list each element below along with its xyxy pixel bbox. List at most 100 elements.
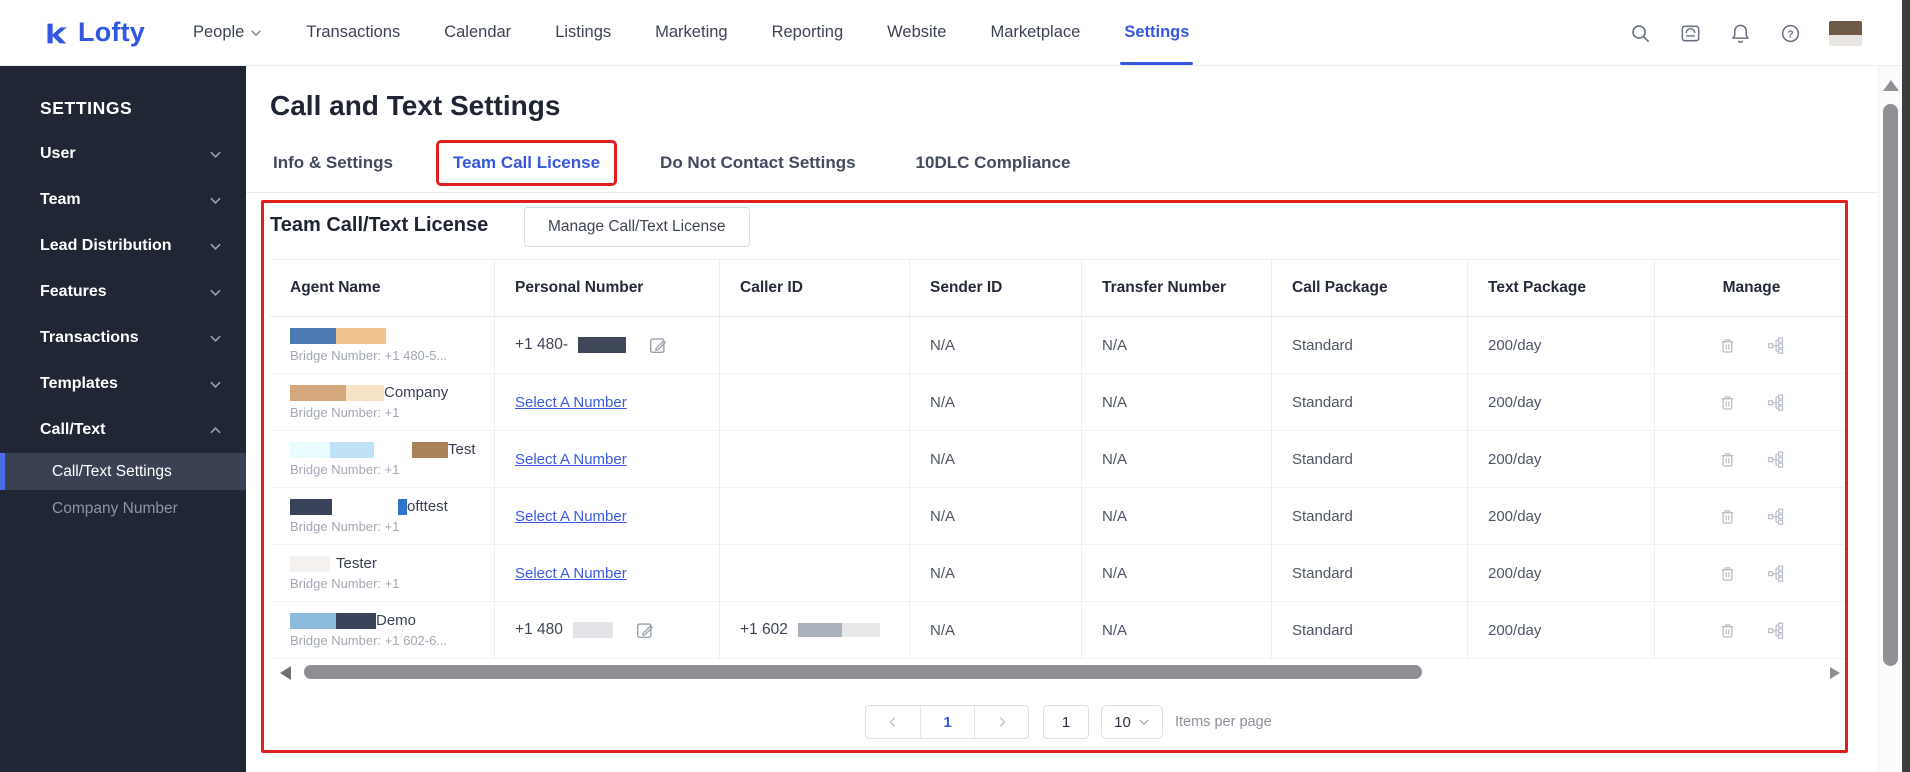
nav-utility-icons: ?: [1629, 0, 1862, 66]
cell-transfer-number: N/A: [1081, 545, 1271, 602]
nav-item-marketing[interactable]: Marketing: [655, 0, 727, 65]
pagination-prev-button[interactable]: [866, 706, 920, 738]
scroll-left-arrow[interactable]: [280, 666, 291, 680]
transfer-license-icon[interactable]: [1767, 564, 1786, 583]
cell-personal-number: +1 480: [494, 602, 719, 659]
edit-icon[interactable]: [648, 335, 668, 355]
nav-item-website[interactable]: Website: [887, 0, 946, 65]
chevron-right-icon: [999, 717, 1006, 727]
items-per-page-select[interactable]: 10: [1101, 705, 1163, 739]
items-per-page-label: Items per page: [1175, 714, 1272, 730]
chevron-down-icon: [210, 243, 221, 250]
sidebar-item-call-text-settings[interactable]: Call/Text Settings: [0, 453, 246, 490]
delete-icon[interactable]: [1718, 450, 1737, 469]
nav-item-calendar[interactable]: Calendar: [444, 0, 511, 65]
col-header-caller-id: Caller ID: [719, 259, 909, 317]
nav-item-listings[interactable]: Listings: [555, 0, 611, 65]
search-icon[interactable]: [1629, 22, 1652, 45]
svg-text:?: ?: [1787, 28, 1793, 40]
nav-menu: People Transactions Calendar Listings Ma…: [193, 0, 1194, 65]
settings-sidebar: SETTINGS User Team Lead Distribution Fea…: [0, 66, 246, 772]
cell-agent-name: Tester Bridge Number: +1: [270, 545, 494, 602]
vertical-scrollbar: [1878, 66, 1902, 772]
select-a-number-link[interactable]: Select A Number: [515, 451, 627, 468]
transfer-license-icon[interactable]: [1767, 336, 1786, 355]
sidebar-item-features[interactable]: Features: [0, 269, 246, 315]
chevron-down-icon: [210, 197, 221, 204]
sidebar-item-user[interactable]: User: [0, 131, 246, 177]
avatar[interactable]: [1829, 20, 1862, 46]
transfer-license-icon[interactable]: [1767, 393, 1786, 412]
tab-team-call-license[interactable]: Team Call License: [435, 140, 618, 186]
nav-item-reporting[interactable]: Reporting: [772, 0, 844, 65]
window-edge: [1902, 0, 1910, 772]
col-header-transfer-number: Transfer Number: [1081, 259, 1271, 317]
logo-text: Lofty: [78, 17, 145, 47]
nav-item-people[interactable]: People: [193, 0, 262, 65]
inbox-icon[interactable]: [1679, 22, 1702, 45]
edit-icon[interactable]: [635, 620, 655, 640]
chevron-up-icon: [210, 426, 221, 433]
vertical-scrollbar-thumb[interactable]: [1883, 104, 1898, 666]
scroll-right-arrow[interactable]: [1830, 667, 1840, 679]
page-number-input[interactable]: [1043, 705, 1089, 739]
chevron-down-icon: [210, 289, 221, 296]
delete-icon[interactable]: [1718, 564, 1737, 583]
help-icon[interactable]: ?: [1779, 22, 1802, 45]
transfer-license-icon[interactable]: [1767, 450, 1786, 469]
sidebar-item-team[interactable]: Team: [0, 177, 246, 223]
redacted-agent-name: [290, 327, 386, 344]
cell-caller-id: [719, 374, 909, 431]
scroll-up-arrow[interactable]: [1883, 80, 1899, 91]
delete-icon[interactable]: [1718, 621, 1737, 640]
select-a-number-link[interactable]: Select A Number: [515, 508, 627, 525]
bridge-number: Bridge Number: +1: [290, 576, 400, 591]
col-header-text-package: Text Package: [1467, 259, 1654, 317]
tab-do-not-contact-settings[interactable]: Do Not Contact Settings: [643, 140, 873, 186]
chevron-down-icon: [210, 381, 221, 388]
delete-icon[interactable]: [1718, 393, 1737, 412]
cell-text-package: 200/day: [1467, 374, 1654, 431]
select-a-number-link[interactable]: Select A Number: [515, 565, 627, 582]
cell-agent-name: Test Bridge Number: +1: [270, 431, 494, 488]
app-window: Lofty People Transactions Calendar Listi…: [0, 0, 1910, 772]
sidebar-item-lead-distribution[interactable]: Lead Distribution: [0, 223, 246, 269]
redacted-number: [572, 622, 613, 638]
cell-transfer-number: N/A: [1081, 488, 1271, 545]
nav-item-transactions[interactable]: Transactions: [306, 0, 400, 65]
section-title: Team Call/Text License: [270, 214, 489, 236]
transfer-license-icon[interactable]: [1767, 621, 1786, 640]
cell-text-package: 200/day: [1467, 488, 1654, 545]
tab-info-settings[interactable]: Info & Settings: [256, 140, 410, 186]
delete-icon[interactable]: [1718, 336, 1737, 355]
sidebar-item-call-text[interactable]: Call/Text: [0, 407, 246, 453]
cell-sender-id: N/A: [909, 602, 1081, 659]
pagination-page-1[interactable]: 1: [920, 706, 974, 738]
cell-personal-number: +1 480-: [494, 317, 719, 374]
pagination-next-button[interactable]: [974, 706, 1028, 738]
col-header-personal-number: Personal Number: [494, 259, 719, 317]
cell-text-package: 200/day: [1467, 431, 1654, 488]
cell-manage: [1654, 374, 1848, 431]
manage-license-button[interactable]: Manage Call/Text License: [524, 207, 750, 247]
transfer-license-icon[interactable]: [1767, 507, 1786, 526]
sidebar-item-transactions[interactable]: Transactions: [0, 315, 246, 361]
cell-sender-id: N/A: [909, 374, 1081, 431]
delete-icon[interactable]: [1718, 507, 1737, 526]
cell-personal-number: Select A Number: [494, 488, 719, 545]
bell-icon[interactable]: [1729, 22, 1752, 45]
chevron-down-icon: [1139, 719, 1149, 726]
horizontal-scrollbar-thumb[interactable]: [304, 665, 1422, 679]
select-a-number-link[interactable]: Select A Number: [515, 394, 627, 411]
cell-call-package: Standard: [1271, 374, 1467, 431]
nav-item-marketplace[interactable]: Marketplace: [990, 0, 1080, 65]
sidebar-item-templates[interactable]: Templates: [0, 361, 246, 407]
horizontal-scrollbar: [270, 664, 1848, 681]
bridge-number: Bridge Number: +1 480-5...: [290, 347, 448, 363]
redacted-number: [578, 337, 627, 353]
bridge-number: Bridge Number: +1: [290, 462, 400, 477]
tab-10dlc-compliance[interactable]: 10DLC Compliance: [899, 140, 1088, 186]
sidebar-item-company-number[interactable]: Company Number: [0, 490, 246, 527]
lofty-logo[interactable]: Lofty: [40, 17, 145, 48]
nav-item-settings[interactable]: Settings: [1120, 0, 1194, 65]
